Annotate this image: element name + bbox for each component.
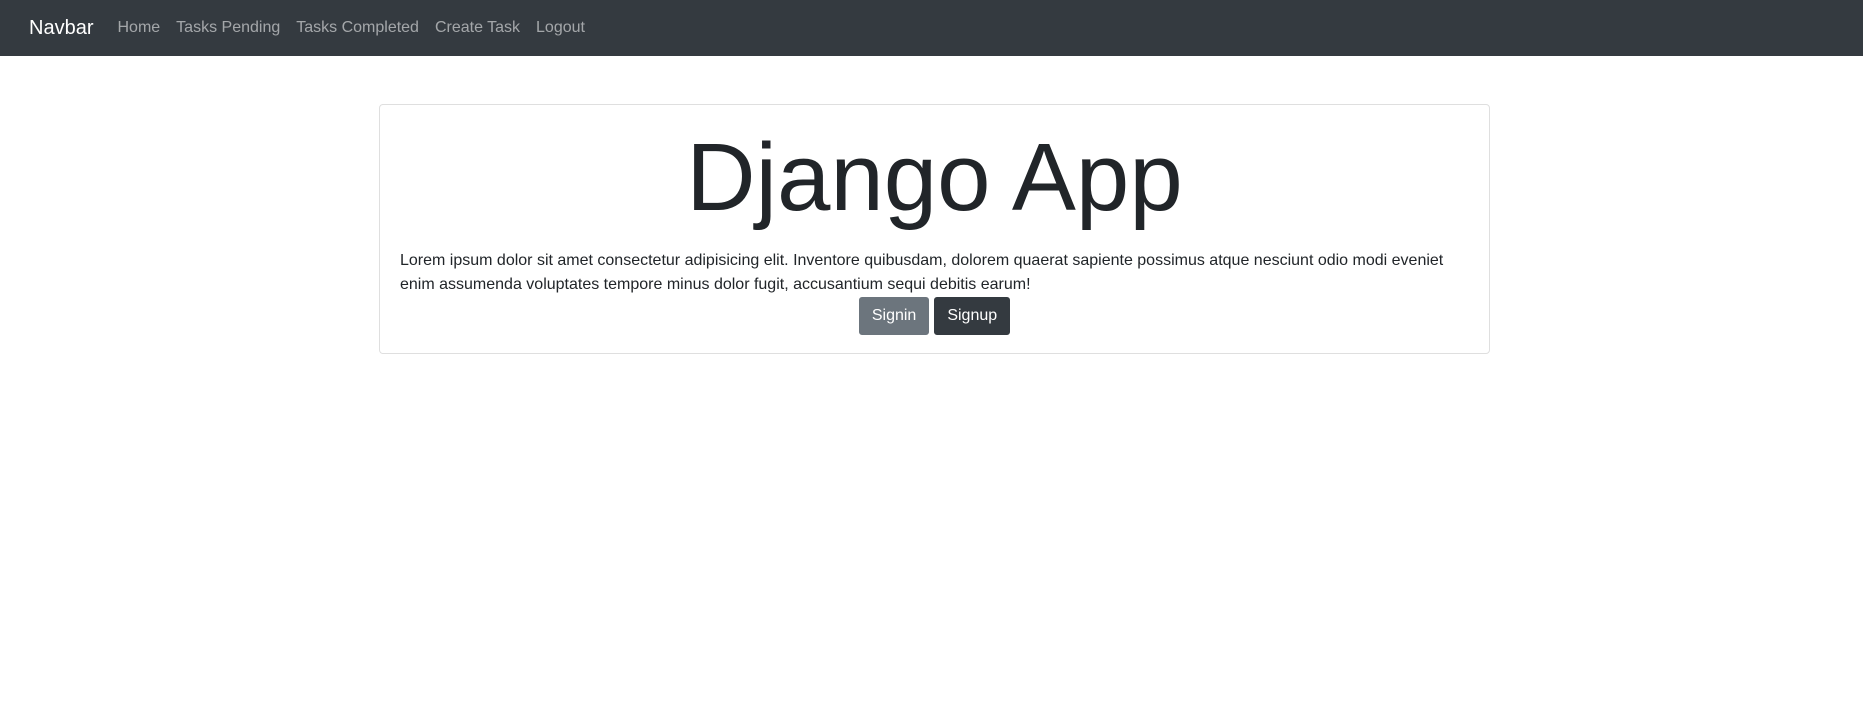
auth-actions: Signin Signup [380, 297, 1489, 335]
navbar-brand[interactable]: Navbar [29, 18, 93, 38]
intro-text: Lorem ipsum dolor sit amet consectetur a… [400, 252, 1444, 293]
nav-link-tasks-pending[interactable]: Tasks Pending [176, 20, 280, 36]
page-title: Django App [686, 124, 1183, 231]
signup-button[interactable]: Signup [934, 297, 1011, 335]
top-navbar: Navbar Home Tasks Pending Tasks Complete… [0, 0, 1863, 56]
signin-button[interactable]: Signin [858, 297, 930, 335]
nav-link-home[interactable]: Home [117, 20, 160, 36]
nav-links: Home Tasks Pending Tasks Completed Creat… [117, 20, 600, 36]
nav-link-tasks-completed[interactable]: Tasks Completed [296, 20, 419, 36]
nav-link-logout[interactable]: Logout [536, 20, 585, 36]
hero-card: Django App Lorem ipsum dolor sit amet co… [379, 104, 1490, 354]
nav-link-create-task[interactable]: Create Task [435, 20, 520, 36]
